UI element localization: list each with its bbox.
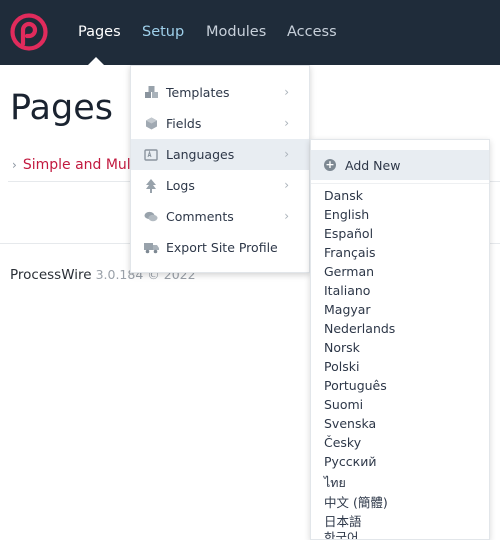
nav-pages[interactable]: Pages	[78, 24, 121, 40]
language-item[interactable]: Česky	[324, 435, 361, 450]
chevron-right-icon: ›	[12, 158, 17, 172]
menu-item-label: Comments	[166, 209, 234, 224]
menu-item-label: Languages	[166, 147, 235, 162]
cubes-icon	[143, 86, 159, 99]
language-item[interactable]: German	[324, 264, 374, 279]
language-item[interactable]: Русский	[324, 454, 376, 469]
page-tree-item-label[interactable]: Simple and Mult	[23, 157, 136, 173]
divider	[311, 183, 489, 184]
nav-setup[interactable]: Setup	[142, 24, 184, 40]
processwire-logo-icon[interactable]	[10, 13, 48, 51]
languages-submenu: + Add New Dansk English Español Français…	[310, 139, 490, 540]
menu-item-label: Export Site Profile	[166, 240, 278, 255]
top-navbar: Pages Setup Modules Access	[0, 0, 500, 65]
page-title: Pages	[10, 88, 113, 128]
menu-item-templates[interactable]: Templates ›	[131, 77, 309, 108]
language-item[interactable]: Svenska	[324, 416, 376, 431]
language-item[interactable]: Português	[324, 378, 387, 393]
comments-icon	[143, 211, 159, 223]
setup-dropdown-menu: Templates › Fields › Languages › Logs › …	[130, 65, 310, 273]
add-new-label: Add New	[345, 157, 401, 173]
add-new-language-button[interactable]: + Add New	[311, 150, 489, 180]
language-item[interactable]: 한국어	[324, 527, 359, 539]
nav-modules[interactable]: Modules	[206, 24, 266, 40]
language-item[interactable]: Dansk	[324, 188, 363, 203]
menu-item-comments[interactable]: Comments ›	[131, 201, 309, 232]
menu-item-label: Templates	[166, 85, 230, 100]
language-item[interactable]: Suomi	[324, 397, 363, 412]
chevron-right-icon: ›	[284, 147, 289, 161]
menu-item-fields[interactable]: Fields ›	[131, 108, 309, 139]
language-item[interactable]: Español	[324, 226, 373, 241]
chevron-right-icon: ›	[284, 178, 289, 192]
language-item[interactable]: ไทย	[324, 473, 346, 493]
tree-icon	[143, 178, 159, 193]
chevron-right-icon: ›	[284, 85, 289, 99]
page-tree-item[interactable]: › Simple and Mult	[12, 157, 136, 173]
truck-icon	[143, 242, 159, 254]
cube-icon	[143, 117, 159, 130]
menu-item-label: Fields	[166, 116, 202, 131]
language-item[interactable]: Français	[324, 245, 376, 260]
plus-circle-icon: +	[324, 158, 336, 171]
menu-item-logs[interactable]: Logs ›	[131, 170, 309, 201]
active-nav-caret-icon	[88, 57, 104, 65]
menu-item-export-site-profile[interactable]: Export Site Profile	[131, 232, 309, 263]
chevron-right-icon: ›	[284, 116, 289, 130]
language-item[interactable]: English	[324, 207, 369, 222]
language-item[interactable]: Polski	[324, 359, 359, 374]
language-icon	[143, 148, 159, 161]
footer-brand: ProcessWire	[10, 267, 92, 283]
language-item[interactable]: 中文 (簡體)	[324, 492, 388, 511]
language-item[interactable]: Italiano	[324, 283, 370, 298]
menu-item-label: Logs	[166, 178, 195, 193]
language-item[interactable]: Nederlands	[324, 321, 395, 336]
language-item[interactable]: Norsk	[324, 340, 360, 355]
menu-item-languages[interactable]: Languages ›	[131, 139, 309, 170]
language-item[interactable]: Magyar	[324, 302, 371, 317]
chevron-right-icon: ›	[284, 209, 289, 223]
nav-access[interactable]: Access	[287, 24, 337, 40]
